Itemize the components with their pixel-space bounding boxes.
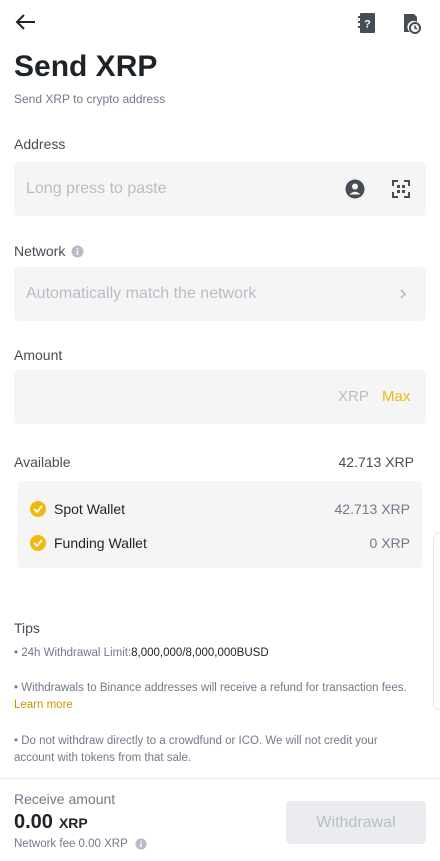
- scan-qr-button[interactable]: [388, 176, 414, 202]
- receive-amount-unit: XRP: [58, 815, 88, 831]
- amount-label: Amount: [14, 347, 63, 363]
- page-subtitle: Send XRP to crypto address: [14, 92, 166, 106]
- faq-book-icon: ?: [358, 13, 375, 33]
- available-label: Available: [14, 454, 71, 470]
- amount-unit: XRP: [338, 388, 369, 405]
- wallet-name: Spot Wallet: [54, 501, 126, 517]
- learn-more-link[interactable]: Learn more: [14, 699, 73, 711]
- receive-amount-label: Receive amount: [14, 791, 116, 807]
- svg-text:?: ?: [364, 19, 371, 31]
- network-select[interactable]: Automatically match the network: [14, 267, 426, 321]
- network-fee: Network fee 0.00 XRP: [14, 838, 128, 850]
- contact-icon: [345, 179, 365, 199]
- check-circle-icon: [30, 501, 46, 517]
- info-icon[interactable]: [135, 838, 147, 850]
- network-fee-row: Network fee 0.00 XRP: [14, 838, 147, 850]
- wallet-row-spot: Spot Wallet 42.713 XRP: [30, 497, 410, 521]
- tip-refund-text: • Withdrawals to Binance addresses will …: [14, 682, 407, 694]
- max-button[interactable]: Max: [382, 370, 410, 424]
- address-label: Address: [14, 136, 66, 152]
- info-icon[interactable]: [71, 245, 84, 258]
- side-handle[interactable]: [433, 532, 440, 710]
- page-title: Send XRP: [14, 50, 158, 83]
- tip-limit-prefix: • 24h Withdrawal Limit:: [14, 647, 132, 659]
- tips-title: Tips: [14, 620, 40, 636]
- address-book-button[interactable]: [342, 176, 368, 202]
- wallet-balance: 0 XRP: [369, 535, 410, 551]
- wallet-breakdown: Spot Wallet 42.713 XRP Funding Wallet 0 …: [18, 481, 422, 568]
- scan-icon: [392, 180, 410, 198]
- amount-input[interactable]: XRP Max: [14, 370, 426, 424]
- tip-ico: • Do not withdraw directly to a crowdfun…: [14, 735, 378, 764]
- history-icon: [404, 14, 421, 34]
- wallet-name: Funding Wallet: [54, 535, 147, 551]
- faq-button[interactable]: ?: [354, 10, 380, 36]
- back-arrow-icon: [15, 14, 35, 30]
- network-placeholder: Automatically match the network: [26, 285, 257, 302]
- tip-limit-value: 8,000,000/8,000,000BUSD: [131, 647, 269, 659]
- available-value: 42.713 XRP: [338, 454, 415, 470]
- tip-withdrawal-limit: • 24h Withdrawal Limit:8,000,000/8,000,0…: [14, 645, 414, 662]
- back-button[interactable]: [10, 8, 40, 36]
- address-input[interactable]: Long press to paste: [14, 162, 426, 216]
- wallet-row-funding: Funding Wallet 0 XRP: [30, 531, 410, 555]
- history-button[interactable]: [398, 10, 424, 36]
- address-placeholder: Long press to paste: [26, 180, 167, 197]
- receive-amount: 0.00 XRP: [14, 811, 88, 834]
- chevron-right-icon: [400, 289, 407, 299]
- check-circle-icon: [30, 535, 46, 551]
- withdrawal-button[interactable]: Withdrawal: [286, 801, 426, 844]
- wallet-balance: 42.713 XRP: [334, 501, 411, 517]
- network-label-row: Network: [14, 243, 84, 259]
- tip-refund: • Withdrawals to Binance addresses will …: [14, 680, 414, 714]
- receive-amount-value: 0.00: [14, 811, 53, 833]
- network-label: Network: [14, 243, 66, 259]
